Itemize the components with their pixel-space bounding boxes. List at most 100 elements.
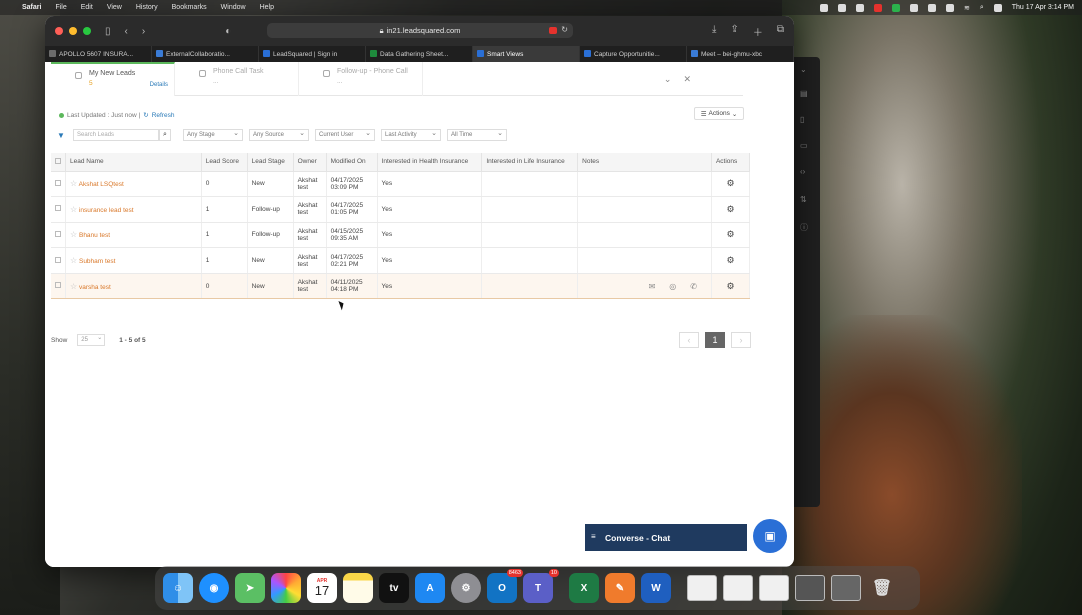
status-icon[interactable] [945, 3, 954, 12]
lead-name-link[interactable]: Akshat LSQtest [79, 181, 124, 188]
photos-icon[interactable] [271, 573, 301, 603]
filter-icon[interactable]: ▼ [57, 131, 67, 140]
share-icon[interactable]: ⇪ [730, 24, 738, 39]
menu-help[interactable]: Help [260, 4, 274, 11]
table-row-hovered[interactable]: ☆ varsha test 0 New Akshat test 04/11/20… [51, 272, 751, 300]
select-all-checkbox[interactable] [55, 157, 61, 164]
status-icon[interactable] [819, 3, 828, 12]
status-icon[interactable] [873, 3, 882, 12]
browser-tab[interactable]: LeadSquared | Sign in [259, 46, 366, 62]
close-window-button[interactable] [55, 27, 63, 35]
new-tab-icon[interactable]: ＋ [753, 24, 763, 39]
chevron-down-icon[interactable]: ⌄ [800, 65, 810, 75]
wifi-icon[interactable]: ≋ [964, 4, 970, 12]
row-checkbox[interactable] [55, 282, 61, 289]
row-checkbox[interactable] [55, 230, 61, 237]
menu-window[interactable]: Window [221, 4, 246, 11]
email-icon[interactable]: ✉ [649, 282, 656, 291]
forward-icon[interactable]: › [142, 26, 145, 37]
star-icon[interactable]: ☆ [70, 179, 77, 188]
sidebar-icon[interactable]: ▯ [105, 26, 111, 37]
save-icon[interactable]: ▤ [800, 89, 810, 99]
header-owner[interactable]: Owner [293, 153, 327, 172]
tab-my-new-leads[interactable]: My New Leads 5 Details [51, 62, 175, 96]
header-modified-on[interactable]: Modified On [326, 153, 378, 172]
owner-filter[interactable]: Current User [315, 129, 375, 141]
tab-overview-icon[interactable]: ⧉ [777, 24, 784, 39]
header-lead-name[interactable]: Lead Name [65, 153, 202, 172]
chat-launcher-button[interactable]: ▣ [753, 519, 787, 553]
trash-icon[interactable]: 🗑︎ [867, 573, 897, 603]
gear-icon[interactable]: ⚙ [726, 255, 734, 265]
table-row[interactable]: ☆ insurance lead test 1 Follow-up Akshat… [51, 196, 751, 223]
menu-app-name[interactable]: Safari [22, 4, 41, 11]
app-store-icon[interactable]: A [415, 573, 445, 603]
star-icon[interactable]: ☆ [70, 282, 77, 291]
code-icon[interactable]: ‹› [800, 167, 810, 177]
header-life-insurance[interactable]: Interested in Life Insurance [481, 153, 579, 172]
tab-phone-call-task[interactable]: Phone Call Task ... [175, 62, 299, 96]
pen-app-icon[interactable]: ✎ [605, 573, 635, 603]
lead-name-link[interactable]: insurance lead test [79, 207, 134, 214]
next-page-button[interactable]: › [731, 332, 751, 348]
notes-icon[interactable] [343, 573, 373, 603]
header-lead-stage[interactable]: Lead Stage [247, 153, 294, 172]
tab-followup-phone-call[interactable]: Follow-up - Phone Call ... [299, 62, 423, 96]
gear-icon[interactable]: ⚙ [726, 281, 734, 291]
refresh-icon[interactable]: ↻ [143, 111, 148, 119]
star-icon[interactable]: ☆ [70, 205, 77, 214]
menu-bookmarks[interactable]: Bookmarks [172, 4, 207, 11]
search-input[interactable]: Search Leads [73, 129, 159, 141]
status-icon[interactable] [909, 3, 918, 12]
teams-icon[interactable]: T 10 [523, 569, 559, 603]
time-filter[interactable]: All Time [447, 129, 507, 141]
row-checkbox[interactable] [55, 179, 61, 186]
star-icon[interactable]: ☆ [70, 256, 77, 265]
source-filter[interactable]: Any Source [249, 129, 309, 141]
gear-icon[interactable]: ⚙ [726, 178, 734, 188]
control-center-icon[interactable] [993, 3, 1002, 12]
minimized-window[interactable] [759, 575, 789, 601]
converse-chat-bar[interactable]: ≡ Converse - Chat [585, 524, 747, 551]
calendar-icon[interactable]: APR 17 [307, 573, 337, 603]
search-button[interactable]: ⌕ [159, 129, 171, 141]
page-size-select[interactable]: 25 [77, 334, 106, 346]
document-icon[interactable]: ▯ [800, 115, 810, 125]
menu-file[interactable]: File [55, 4, 66, 11]
recording-icon[interactable] [549, 27, 557, 34]
table-row[interactable]: ☆ Subham test 1 New Akshat test 04/17/20… [51, 247, 751, 274]
prev-page-button[interactable]: ‹ [679, 332, 699, 348]
select-all-header[interactable] [51, 153, 66, 172]
zoom-window-button[interactable] [83, 27, 91, 35]
excel-icon[interactable]: X [569, 573, 599, 603]
shield-icon[interactable]: ◐ [225, 26, 231, 37]
system-settings-icon[interactable]: ⚙ [451, 573, 481, 603]
menu-view[interactable]: View [107, 4, 122, 11]
status-icon[interactable] [927, 3, 936, 12]
header-health-insurance[interactable]: Interested in Health Insurance [377, 153, 483, 172]
details-link[interactable]: Details [150, 82, 168, 88]
star-icon[interactable]: ☆ [70, 230, 77, 239]
menu-edit[interactable]: Edit [81, 4, 93, 11]
row-checkbox[interactable] [55, 205, 61, 212]
finder-icon[interactable]: ☺ [163, 573, 193, 603]
table-row[interactable]: ☆ Akshat LSQtest 0 New Akshat test 04/17… [51, 171, 751, 198]
chevron-down-icon[interactable]: ⌄ [664, 74, 672, 85]
outlook-icon[interactable]: O 8463 [487, 569, 523, 603]
minimize-window-button[interactable] [69, 27, 77, 35]
minimized-window[interactable] [795, 575, 825, 601]
status-icon[interactable] [855, 3, 864, 12]
sort-icon[interactable]: ⇅ [800, 195, 810, 205]
browser-tab[interactable]: Data Gathering Sheet... [366, 46, 473, 62]
status-icon[interactable] [891, 3, 900, 12]
phone-icon[interactable]: ✆ [690, 282, 697, 291]
row-checkbox-cell[interactable] [51, 171, 66, 198]
header-notes[interactable]: Notes [577, 153, 712, 172]
lead-name-link[interactable]: Bhanu test [79, 232, 110, 239]
row-checkbox-cell[interactable] [51, 272, 66, 300]
refresh-link[interactable]: Refresh [152, 112, 175, 119]
gear-icon[interactable]: ⚙ [726, 229, 734, 239]
minimized-window[interactable] [831, 575, 861, 601]
lead-name-link[interactable]: varsha test [79, 284, 111, 291]
browser-tab[interactable]: Meet – bei-ghmu-xbc [687, 46, 794, 62]
